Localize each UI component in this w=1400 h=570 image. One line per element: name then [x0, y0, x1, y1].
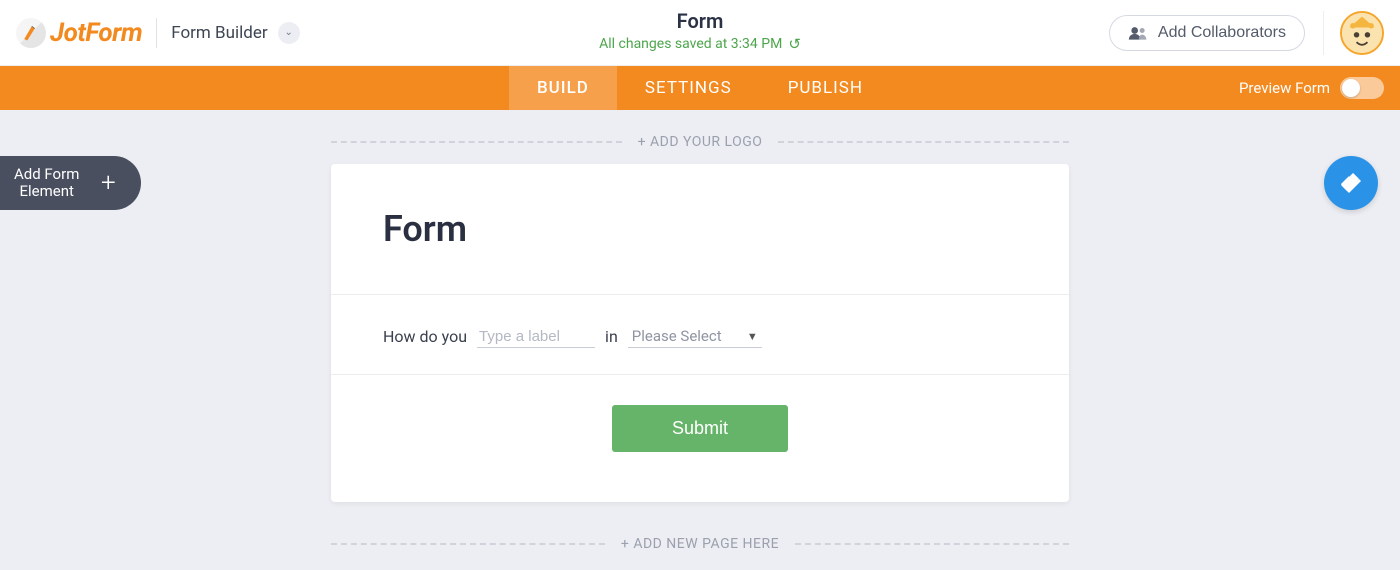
form-card: Form How do you in Please Select ▼ Submi… [331, 164, 1069, 502]
field-prefix: How do you [383, 327, 467, 346]
save-status: All changes saved at 3:34 PM ↺ [599, 35, 801, 53]
logo-text: JotForm [50, 18, 142, 48]
form-heading: Form [383, 208, 1017, 250]
tab-build[interactable]: BUILD [509, 66, 617, 110]
nav-tabs: BUILD SETTINGS PUBLISH Preview Form [0, 66, 1400, 110]
field-label-input[interactable] [477, 326, 595, 348]
collab-label: Add Collaborators [1158, 24, 1286, 42]
avatar-icon [1340, 11, 1384, 55]
canvas-area: Add Form Element + + ADD YOUR LOGO Form … [0, 110, 1400, 566]
mode-dropdown[interactable]: ⌄ [278, 22, 300, 44]
top-header: JotForm Form Builder ⌄ Form All changes … [0, 0, 1400, 66]
designer-fab[interactable] [1324, 156, 1378, 210]
logo-icon [16, 18, 46, 48]
chevron-down-icon: ⌄ [284, 27, 292, 38]
collaborators-icon [1128, 25, 1148, 41]
plus-icon: + [93, 168, 123, 198]
divider [156, 18, 157, 48]
preview-label: Preview Form [1239, 79, 1330, 97]
save-status-text: All changes saved at 3:34 PM [599, 36, 782, 52]
mode-label: Form Builder [171, 23, 267, 43]
builder-column: + ADD YOUR LOGO Form How do you in Pleas… [331, 134, 1069, 566]
form-title-section[interactable]: Form [331, 164, 1069, 295]
field-section[interactable]: How do you in Please Select ▼ [331, 295, 1069, 375]
add-logo-label: + ADD YOUR LOGO [638, 134, 763, 150]
select-placeholder: Please Select [632, 327, 722, 345]
wand-icon [1339, 171, 1363, 195]
submit-section: Submit [331, 375, 1069, 502]
form-title[interactable]: Form [599, 9, 801, 33]
add-element-label: Add Form Element [14, 166, 79, 201]
header-center: Form All changes saved at 3:34 PM ↺ [599, 9, 801, 53]
avatar[interactable] [1323, 11, 1384, 55]
toggle-knob [1342, 79, 1360, 97]
add-form-element-button[interactable]: Add Form Element + [0, 156, 141, 210]
preview-toggle[interactable] [1340, 77, 1384, 99]
revert-icon[interactable]: ↺ [788, 35, 801, 53]
caret-down-icon: ▼ [747, 330, 758, 343]
add-collaborators-button[interactable]: Add Collaborators [1109, 15, 1305, 51]
submit-button[interactable]: Submit [612, 405, 788, 452]
logo[interactable]: JotForm [16, 18, 142, 48]
add-page-label: + ADD NEW PAGE HERE [621, 536, 779, 552]
add-logo-row[interactable]: + ADD YOUR LOGO [331, 134, 1069, 150]
preview-form: Preview Form [1239, 66, 1384, 110]
add-page-row[interactable]: + ADD NEW PAGE HERE [331, 536, 1069, 552]
tab-publish[interactable]: PUBLISH [760, 66, 891, 110]
field-select[interactable]: Please Select ▼ [628, 325, 762, 348]
field-mid: in [605, 327, 618, 346]
tab-settings[interactable]: SETTINGS [617, 66, 760, 110]
